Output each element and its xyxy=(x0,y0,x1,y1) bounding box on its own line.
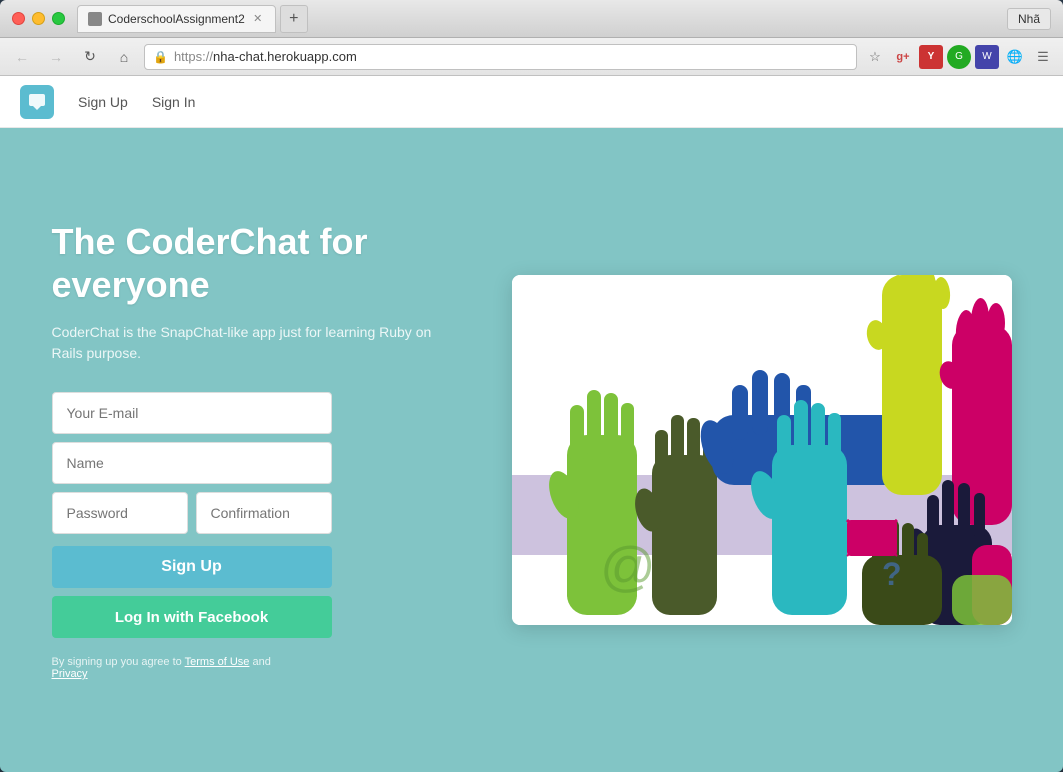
main-content: The CoderChat for everyone CoderChat is … xyxy=(0,128,1063,772)
forward-button[interactable]: → xyxy=(42,44,70,70)
tab-favicon xyxy=(88,12,102,26)
google-plus-icon[interactable]: g+ xyxy=(891,45,915,69)
terms-text: By signing up you agree to Terms of Use … xyxy=(52,656,432,680)
svg-text:@: @ xyxy=(600,535,656,597)
nav-bar: ← → ↻ ⌂ 🔒 https://nha-chat.herokuapp.com… xyxy=(0,38,1063,76)
profile-label: Nhã xyxy=(1007,8,1051,30)
url-domain: nha-chat.herokuapp.com xyxy=(213,49,357,64)
right-side: @ ? xyxy=(512,275,1012,625)
signup-button[interactable]: Sign Up xyxy=(52,546,332,588)
email-input[interactable] xyxy=(52,392,332,434)
tab-close-icon[interactable]: ✕ xyxy=(251,12,265,26)
password-row xyxy=(52,492,432,534)
facebook-login-button[interactable]: Log In with Facebook xyxy=(52,596,332,638)
name-input[interactable] xyxy=(52,442,332,484)
bookmark-icon[interactable]: ☆ xyxy=(863,45,887,69)
tab-bar: CoderschoolAssignment2 ✕ + xyxy=(77,5,1007,33)
hero-title: The CoderChat for everyone xyxy=(52,220,432,306)
left-side: The CoderChat for everyone CoderChat is … xyxy=(52,220,432,680)
terms-of-use-link[interactable]: Terms of Use xyxy=(185,656,250,668)
new-tab-button[interactable]: + xyxy=(280,5,308,33)
confirmation-input[interactable] xyxy=(196,492,332,534)
traffic-lights xyxy=(12,12,65,25)
terms-prefix: By signing up you agree to xyxy=(52,656,185,668)
close-button[interactable] xyxy=(12,12,25,25)
app-nav: Sign Up Sign In xyxy=(0,76,1063,128)
home-button[interactable]: ⌂ xyxy=(110,44,138,70)
password-input[interactable] xyxy=(52,492,188,534)
nav-signin-link[interactable]: Sign In xyxy=(152,94,196,110)
url-text: https://nha-chat.herokuapp.com xyxy=(174,49,357,64)
browser-tab[interactable]: CoderschoolAssignment2 ✕ xyxy=(77,5,276,33)
privacy-link[interactable]: Privacy xyxy=(52,668,88,680)
os-window: CoderschoolAssignment2 ✕ + Nhã ← → ↻ ⌂ 🔒… xyxy=(0,0,1063,772)
signup-form: Sign Up Log In with Facebook By signing … xyxy=(52,392,432,680)
tab-label: CoderschoolAssignment2 xyxy=(108,12,245,26)
lock-icon: 🔒 xyxy=(153,50,168,64)
nav-signup-link[interactable]: Sign Up xyxy=(78,94,128,110)
maximize-button[interactable] xyxy=(52,12,65,25)
illustration-card: @ ? xyxy=(512,275,1012,625)
address-bar[interactable]: 🔒 https://nha-chat.herokuapp.com xyxy=(144,44,857,70)
title-bar: CoderschoolAssignment2 ✕ + Nhã xyxy=(0,0,1063,38)
hero-subtitle: CoderChat is the SnapChat-like app just … xyxy=(52,322,432,364)
app-logo xyxy=(20,85,54,119)
illustration-svg: @ ? xyxy=(512,275,1012,625)
svg-text:?: ? xyxy=(882,556,902,592)
ext-icon-1[interactable]: Y xyxy=(919,45,943,69)
minimize-button[interactable] xyxy=(32,12,45,25)
ext-icon-2[interactable]: G xyxy=(947,45,971,69)
menu-icon[interactable]: ☰ xyxy=(1031,45,1055,69)
translate-icon[interactable]: 🌐 xyxy=(1003,45,1027,69)
back-button[interactable]: ← xyxy=(8,44,36,70)
reload-button[interactable]: ↻ xyxy=(76,44,104,70)
url-protocol: https:// xyxy=(174,49,213,64)
nav-icons: ☆ g+ Y G W 🌐 ☰ xyxy=(863,45,1055,69)
terms-and: and xyxy=(252,656,270,668)
ext-icon-3[interactable]: W xyxy=(975,45,999,69)
